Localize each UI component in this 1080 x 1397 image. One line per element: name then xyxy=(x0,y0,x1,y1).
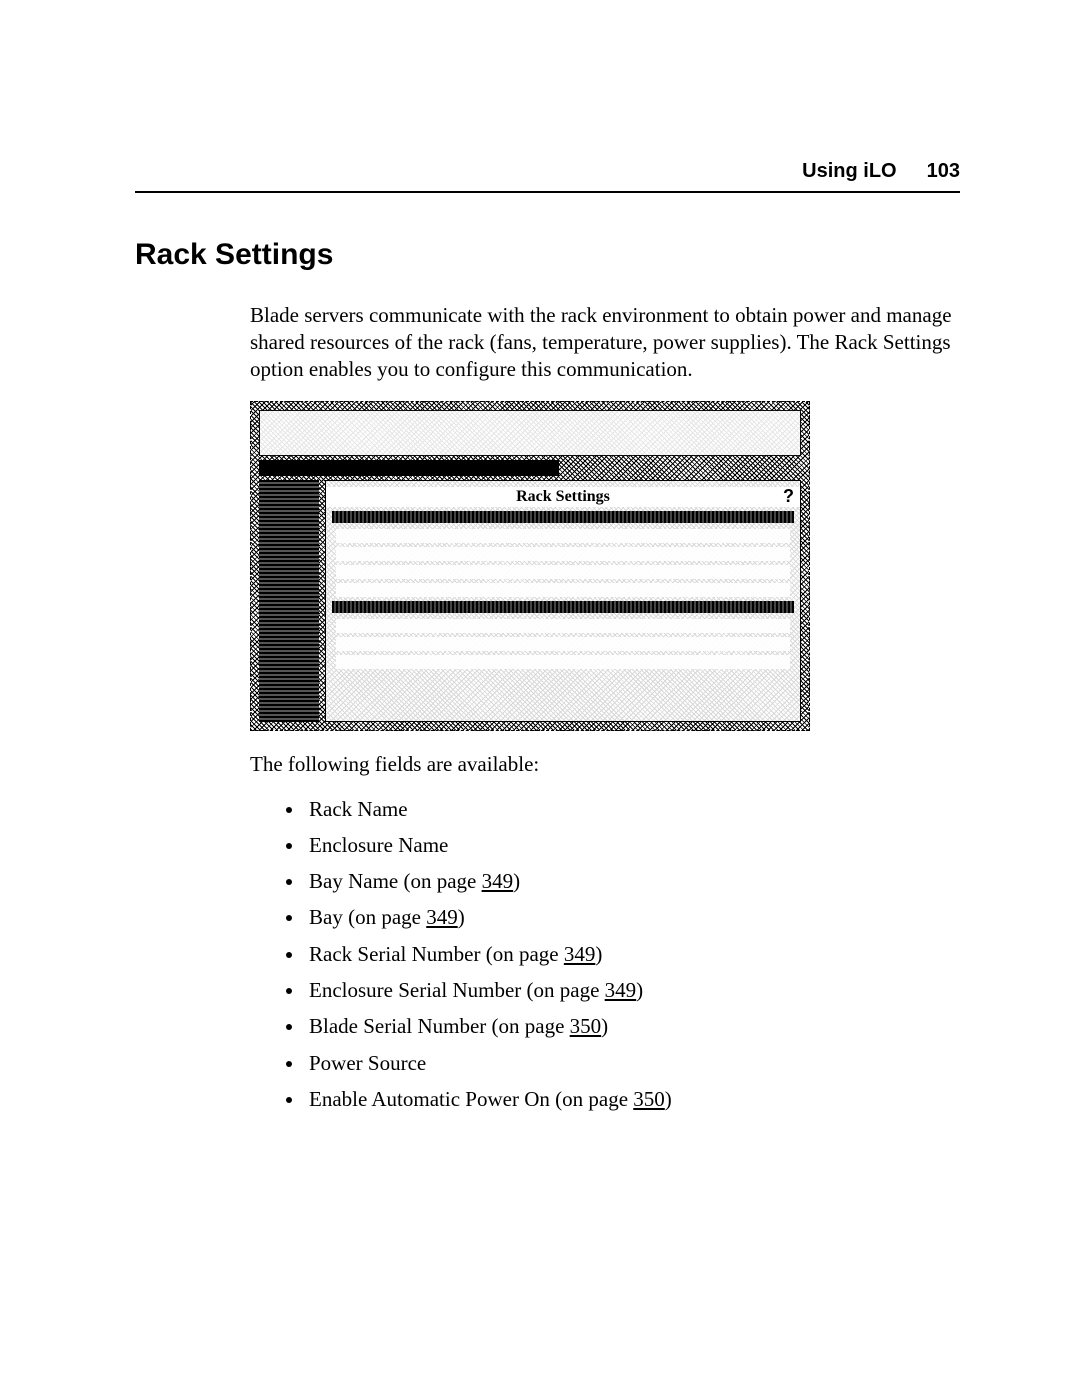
list-item: Rack Name xyxy=(305,796,960,823)
on-page-suffix: ) xyxy=(458,905,465,929)
screenshot-banner xyxy=(259,410,801,456)
field-label: Blade Serial Number xyxy=(309,1014,486,1038)
list-item: Power Source xyxy=(305,1050,960,1077)
page-ref-link[interactable]: 349 xyxy=(605,978,637,1002)
list-item: Enable Automatic Power On (on page 350) xyxy=(305,1086,960,1113)
on-page-suffix: ) xyxy=(665,1087,672,1111)
field-label: Rack Name xyxy=(309,797,408,821)
fields-lead-in: The following fields are available: xyxy=(250,751,960,778)
page-ref-link[interactable]: 349 xyxy=(426,905,458,929)
on-page-suffix: ) xyxy=(595,942,602,966)
on-page-prefix: (on page xyxy=(550,1087,633,1111)
field-label: Power Source xyxy=(309,1051,426,1075)
screenshot-main-panel: Rack Settings ? xyxy=(325,480,801,722)
list-item: Rack Serial Number (on page 349) xyxy=(305,941,960,968)
on-page-suffix: ) xyxy=(636,978,643,1002)
screenshot-panel-title: Rack Settings xyxy=(326,487,800,507)
section-heading: Rack Settings xyxy=(135,238,960,272)
on-page-suffix: ) xyxy=(513,869,520,893)
screenshot-field-row xyxy=(336,547,790,561)
on-page-prefix: (on page xyxy=(486,1014,569,1038)
on-page-prefix: (on page xyxy=(521,978,604,1002)
list-item: Enclosure Name xyxy=(305,832,960,859)
screenshot-field-row xyxy=(336,637,790,651)
page-ref-link[interactable]: 349 xyxy=(564,942,596,966)
field-label: Enclosure Serial Number xyxy=(309,978,521,1002)
on-page-prefix: (on page xyxy=(398,869,481,893)
screenshot-tabs xyxy=(259,460,559,476)
screenshot-section-bar xyxy=(332,601,794,613)
screenshot-field-row xyxy=(336,529,790,543)
list-item: Enclosure Serial Number (on page 349) xyxy=(305,977,960,1004)
rack-settings-screenshot: Rack Settings ? xyxy=(250,401,810,731)
list-item: Bay (on page 349) xyxy=(305,904,960,931)
fields-list: Rack Name Enclosure Name Bay Name (on pa… xyxy=(250,796,960,1114)
on-page-prefix: (on page xyxy=(480,942,563,966)
field-label: Enable Automatic Power On xyxy=(309,1087,550,1111)
help-icon: ? xyxy=(783,485,794,508)
screenshot-field-row xyxy=(336,655,790,669)
field-label: Bay xyxy=(309,905,343,929)
screenshot-field-row xyxy=(336,565,790,579)
screenshot-field-row xyxy=(336,619,790,633)
screenshot-sidebar xyxy=(259,480,319,722)
screenshot-field-row xyxy=(336,583,790,597)
list-item: Bay Name (on page 349) xyxy=(305,868,960,895)
page-ref-link[interactable]: 349 xyxy=(482,869,514,893)
running-header: Using iLO 103 xyxy=(135,160,960,193)
header-section: Using iLO xyxy=(802,160,896,183)
page-ref-link[interactable]: 350 xyxy=(633,1087,665,1111)
field-label: Enclosure Name xyxy=(309,833,448,857)
intro-paragraph: Blade servers communicate with the rack … xyxy=(250,302,960,383)
body: Blade servers communicate with the rack … xyxy=(250,302,960,1113)
header-page-number: 103 xyxy=(927,160,960,183)
screenshot-section-bar xyxy=(332,511,794,523)
on-page-prefix: (on page xyxy=(343,905,426,929)
list-item: Blade Serial Number (on page 350) xyxy=(305,1013,960,1040)
page-ref-link[interactable]: 350 xyxy=(570,1014,602,1038)
field-label: Rack Serial Number xyxy=(309,942,480,966)
field-label: Bay Name xyxy=(309,869,398,893)
page: Using iLO 103 Rack Settings Blade server… xyxy=(0,0,1080,1397)
on-page-suffix: ) xyxy=(601,1014,608,1038)
